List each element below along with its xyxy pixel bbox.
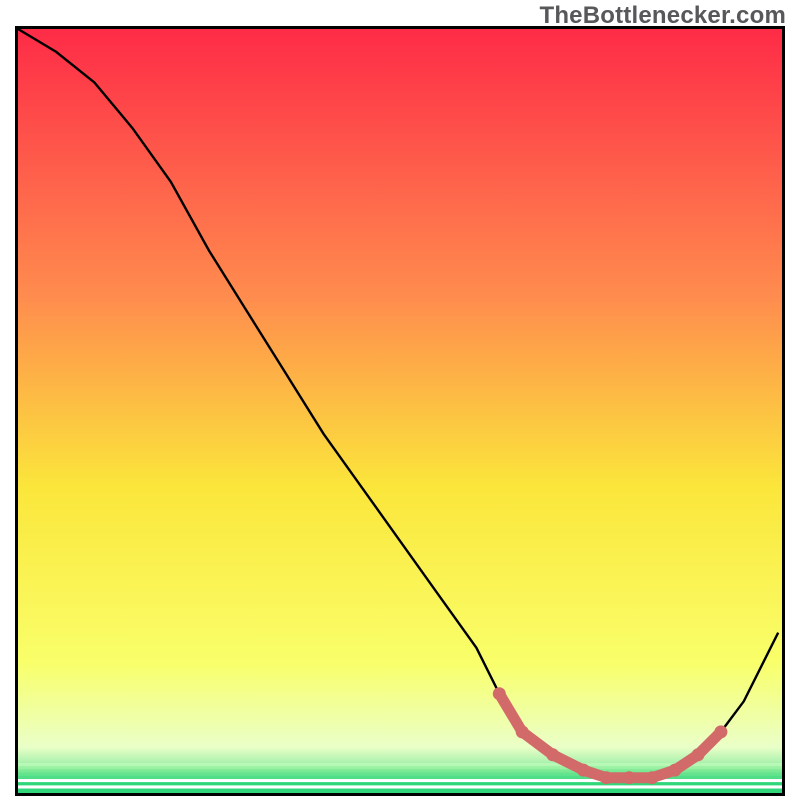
gradient-background <box>18 29 782 793</box>
curve-marker <box>623 771 636 784</box>
curve-marker <box>577 764 590 777</box>
chart-svg <box>18 29 782 793</box>
curve-marker <box>646 771 659 784</box>
curve-marker <box>714 725 727 738</box>
curve-marker <box>669 764 682 777</box>
curve-marker <box>546 748 559 761</box>
chart-container: TheBottlenecker.com <box>0 0 800 800</box>
curve-marker <box>692 748 705 761</box>
watermark-text: TheBottlenecker.com <box>539 2 786 30</box>
plot-frame <box>15 26 785 796</box>
curve-marker <box>600 771 613 784</box>
curve-marker <box>516 725 529 738</box>
curve-marker <box>493 687 506 700</box>
